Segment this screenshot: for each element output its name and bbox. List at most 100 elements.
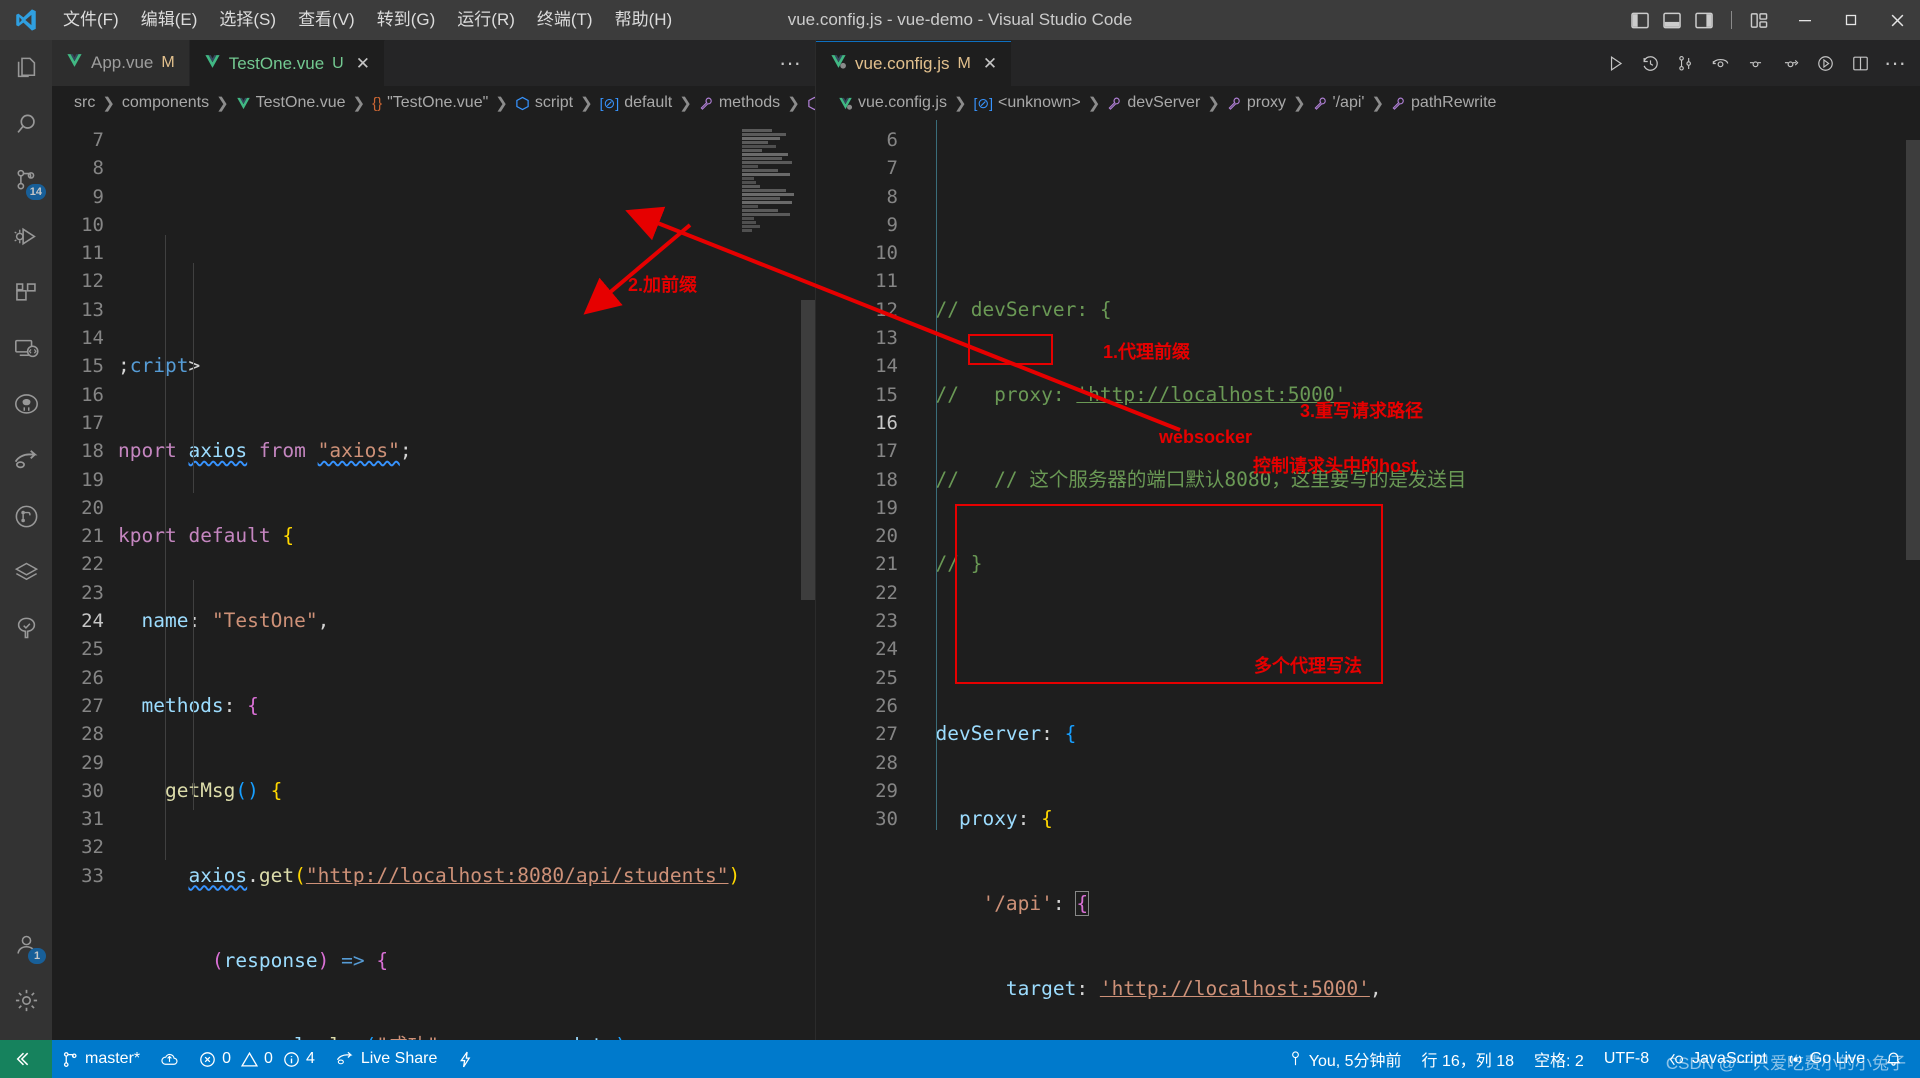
status-indentation[interactable]: 空格: 2 [1524,1040,1594,1078]
line-number: 15 [81,355,104,378]
symbol-property-icon [1227,96,1242,111]
close-button[interactable] [1874,0,1920,40]
status-encoding[interactable]: UTF-8 [1594,1040,1659,1078]
toggle-panel-icon[interactable] [1661,9,1683,31]
breadcrumb-item-file[interactable]: TestOne.vue [256,94,346,112]
status-language-mode[interactable]: JavaScript [1659,1040,1777,1078]
line-number: 19 [81,468,104,491]
activity-item-live-share[interactable] [0,432,52,488]
tab-close-icon[interactable]: ✕ [356,54,370,74]
status-problems[interactable]: 0 0 4 [189,1040,325,1078]
gear-icon [15,989,37,1011]
broadcast-icon [1789,1054,1802,1064]
status-blame[interactable]: You, 5分钟前 [1278,1040,1412,1078]
toggle-primary-sidebar-icon[interactable] [1629,9,1651,31]
breadcrumb-item-default[interactable]: default [624,94,672,112]
split-editor-icon[interactable] [1849,52,1871,74]
debug-step-over-icon[interactable] [1709,52,1731,74]
code-line: methods: { [141,693,259,717]
activity-item-extensions[interactable] [0,264,52,320]
more-actions-icon[interactable]: ··· [779,52,801,74]
breadcrumb-item-unknown[interactable]: <unknown> [998,94,1081,112]
activity-item-settings[interactable] [0,972,52,1028]
customize-layout-icon[interactable] [1748,9,1770,31]
menu-run[interactable]: 运行(R) [446,0,526,40]
breadcrumb-item-symbol-file[interactable]: "TestOne.vue" [387,94,488,112]
breadcrumb-item-pathrewrite[interactable]: pathRewrite [1411,94,1496,112]
code-lines-left[interactable]: ;cript> nport axios from "axios"; kport … [118,120,815,1040]
minimap-left[interactable] [739,120,801,1040]
code-lines-right[interactable]: // devServer: { // proxy: 'http://localh… [912,120,1920,1040]
history-icon[interactable] [1639,52,1661,74]
menu-edit[interactable]: 编辑(E) [130,0,209,40]
status-go-live-label: Go Live [1809,1050,1865,1067]
activity-item-source-control[interactable]: 14 [0,152,52,208]
activity-item-accounts[interactable]: 1 [0,916,52,972]
status-go-live[interactable]: Go Live [1777,1040,1875,1078]
breadcrumb-separator: ❯ [1207,95,1220,112]
status-bell[interactable] [1875,1040,1920,1078]
debug-run-icon[interactable] [1814,52,1836,74]
activity-item-explorer[interactable] [0,40,52,96]
tab-vue-config-js[interactable]: vue.config.js M ✕ [816,40,1013,86]
activity-item-source-tree[interactable] [0,600,52,656]
menu-go[interactable]: 转到(G) [366,0,447,40]
status-cursor-position[interactable]: 行 16，列 18 [1412,1040,1525,1078]
tab-testone-vue[interactable]: TestOne.vue U ✕ [189,40,385,86]
menu-view[interactable]: 查看(V) [287,0,366,40]
more-actions-icon[interactable]: ··· [1884,52,1906,74]
symbol-object-icon: {} [372,94,383,112]
line-number: 13 [81,298,104,321]
remote-window-button[interactable] [0,1040,52,1078]
activity-item-project-manager[interactable] [0,544,52,600]
activity-item-gitlens[interactable] [0,488,52,544]
tab-app-vue[interactable]: App.vue M [52,40,190,86]
breadcrumb-item-methods[interactable]: methods [719,94,780,112]
line-number: 19 [875,496,898,519]
breadcrumb-item-api[interactable]: '/api' [1333,94,1365,112]
status-live-share[interactable]: Live Share [325,1040,448,1078]
menu-selection[interactable]: 选择(S) [208,0,287,40]
activity-item-github[interactable] [0,376,52,432]
status-branch-label: master* [85,1050,141,1067]
breadcrumb-item-src[interactable]: src [74,94,95,112]
project-manager-icon [14,562,38,580]
scrollbar-vertical-left[interactable] [801,120,815,1040]
tab-close-icon[interactable]: ✕ [983,54,997,74]
toggle-secondary-sidebar-icon[interactable] [1693,9,1715,31]
editor-right[interactable]: 6 7 8 9 10 11 12 13 14 15 16 17 18 19 20… [816,120,1920,1040]
breadcrumb-item-proxy[interactable]: proxy [1247,94,1286,112]
activity-item-remote-explorer[interactable] [0,320,52,376]
debug-step-out-icon[interactable] [1779,52,1801,74]
source-control-badge: 14 [25,184,46,200]
menu-file[interactable]: 文件(F) [52,0,130,40]
menu-help[interactable]: 帮助(H) [604,0,684,40]
line-number: 17 [81,411,104,434]
line-number: 22 [81,553,104,576]
vue-icon [236,96,251,111]
breadcrumb-item-devserver[interactable]: devServer [1127,94,1200,112]
activity-item-search[interactable] [0,96,52,152]
breadcrumb-item-file[interactable]: vue.config.js [858,94,947,112]
breadcrumb-item-script[interactable]: script [535,94,573,112]
status-sync[interactable] [150,1040,189,1078]
breadcrumb-item-components[interactable]: components [122,94,209,112]
gitlens-bolt-icon [460,1051,471,1067]
status-gitlens-toggle[interactable] [447,1040,484,1078]
scrollbar-vertical-right[interactable] [1906,120,1920,1040]
line-number: 23 [875,610,898,633]
menu-terminal[interactable]: 终端(T) [526,0,604,40]
editor-left[interactable]: 7 8 9 10 11 12 13 14 15 16 17 18 19 20 2… [52,120,815,1040]
tab-label: vue.config.js [855,53,950,73]
debug-step-into-icon[interactable] [1744,52,1766,74]
code-line: (response) => { [211,948,389,972]
maximize-button[interactable] [1828,0,1874,40]
activity-item-run-and-debug[interactable] [0,208,52,264]
compare-icon[interactable] [1674,52,1696,74]
minimize-button[interactable] [1782,0,1828,40]
run-icon[interactable] [1604,52,1626,74]
line-number: 27 [875,723,898,746]
tree-icon [17,617,35,638]
line-number-current: 24 [81,610,104,633]
status-branch[interactable]: master* [52,1040,150,1078]
